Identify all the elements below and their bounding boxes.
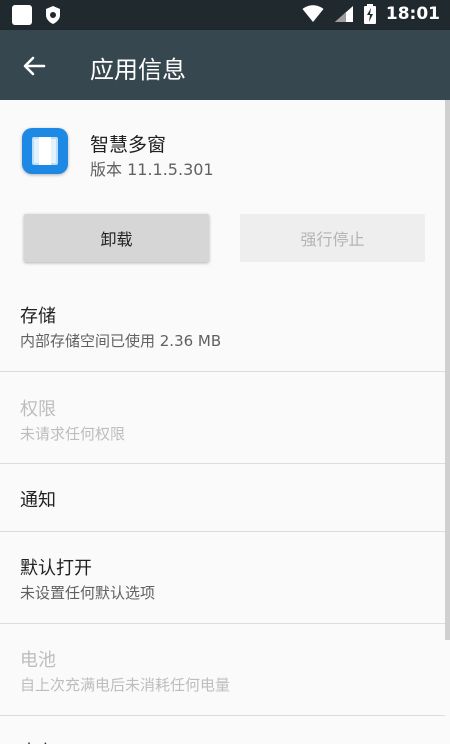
app-header: 智慧多窗 版本 11.1.5.301 [0,100,450,200]
status-time: 18:01 [385,4,440,24]
notification-app-icon [12,5,32,25]
storage-title: 存储 [20,306,56,327]
force-stop-button[interactable]: 强行停止 [240,214,425,262]
app-info-content[interactable]: 智慧多窗 版本 11.1.5.301 卸载 强行停止 存储 内部存储空间已使用 … [0,100,450,744]
battery-title: 电池 [20,650,56,671]
app-version: 版本 11.1.5.301 [90,160,214,179]
permissions-item[interactable]: 权限 未请求任何权限 [0,372,445,463]
battery-item[interactable]: 电池 自上次充满电后未消耗任何电量 [0,624,445,715]
open-by-default-title: 默认打开 [20,558,92,579]
memory-title: 内存 [20,738,56,744]
cellular-signal-icon [334,6,353,22]
storage-subtitle: 内部存储空间已使用 2.36 MB [20,332,222,350]
shield-icon [46,6,60,24]
back-arrow-icon[interactable] [18,50,50,82]
notifications-item[interactable]: 通知 [0,464,445,531]
permissions-title: 权限 [20,399,56,420]
app-icon [22,128,68,174]
notifications-title: 通知 [20,490,56,511]
battery-charging-icon [363,4,376,24]
wifi-icon [302,5,324,22]
page-title: 应用信息 [90,56,186,84]
app-bar: 应用信息 [0,30,450,100]
battery-subtitle: 自上次充满电后未消耗任何电量 [20,676,231,694]
open-by-default-subtitle: 未设置任何默认选项 [20,584,156,602]
memory-item[interactable]: 内存 [0,716,445,744]
app-name: 智慧多窗 [90,134,167,156]
open-by-default-item[interactable]: 默认打开 未设置任何默认选项 [0,532,445,623]
status-bar: 18:01 [0,0,450,30]
permissions-subtitle: 未请求任何权限 [20,425,126,443]
uninstall-button[interactable]: 卸载 [24,214,209,262]
storage-item[interactable]: 存储 内部存储空间已使用 2.36 MB [0,290,445,372]
